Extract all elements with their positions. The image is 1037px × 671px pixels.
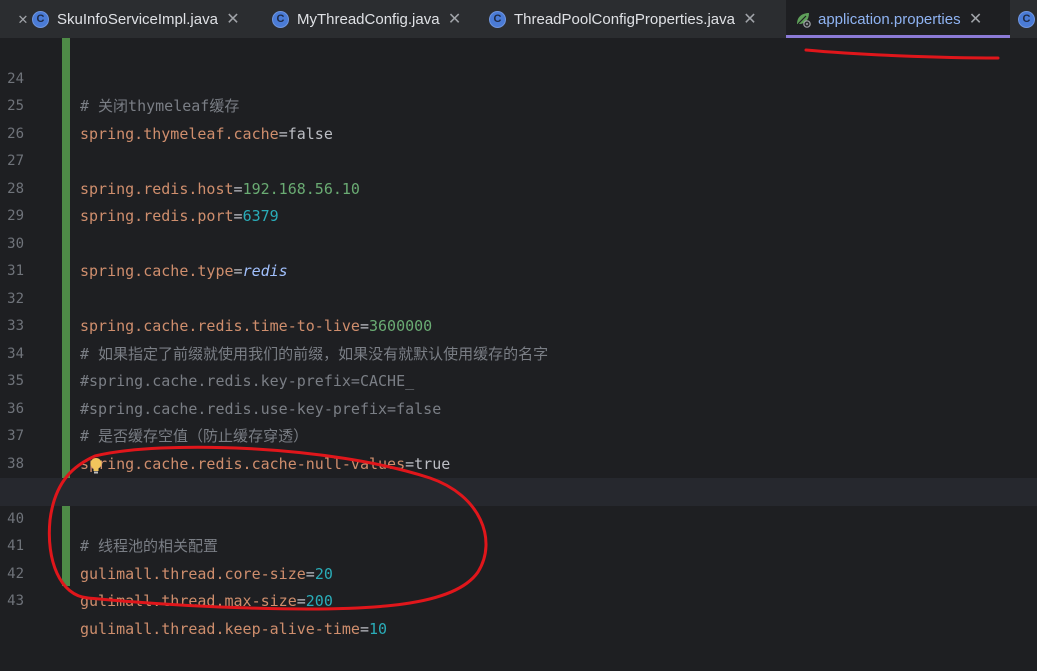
code-line: 26 [0,93,1037,142]
code-line: 30 spring.cache.type=redis [0,203,1037,281]
code-line: 34 #spring.cache.redis.key-prefix=CACHE_ [0,313,1037,391]
close-icon[interactable]: ✕ [969,9,983,29]
code-line-current: 40 # 线程池的相关配置 [0,478,1037,555]
java-class-icon: C [489,10,506,28]
code-line: 29 [0,176,1037,224]
code-line: 35 #spring.cache.redis.use-key-prefix=fa… [0,341,1037,418]
code-line: 37 spring.cache.redis.cache-null-values=… [0,396,1037,473]
property-key: gulimall.thread.max-size [80,592,297,610]
tab-overflow[interactable]: C [1018,0,1037,38]
equals-sign: = [359,619,369,638]
tab-application-properties[interactable]: application.properties ✕ [786,0,1010,38]
code-line: 31 [0,231,1037,279]
code-editor[interactable]: 24 # 关闭thymeleaf缓存 25 spring.thymeleaf.c… [0,38,1037,638]
close-icon[interactable]: ✕ [226,9,240,29]
close-icon[interactable]: ✕ [448,9,462,29]
property-value: 10 [369,619,388,638]
java-class-icon: C [272,10,289,28]
tab-label: ThreadPoolConfigProperties.java [514,10,735,28]
java-class-icon: C [32,10,49,28]
close-icon[interactable]: ✕ [16,9,30,28]
close-icon[interactable]: ✕ [743,9,757,29]
tab-label: SkuInfoServiceImpl.java [57,10,218,28]
spring-leaf-icon [797,13,811,28]
tab-label: MyThreadConfig.java [297,10,440,28]
java-class-icon: C [1018,10,1035,28]
code-line: 41 gulimall.thread.core-size=20 [0,506,1037,583]
property-value: 200 [305,592,333,610]
tab-label: application.properties [818,10,961,28]
lightbulb-icon[interactable] [89,457,103,475]
property-key: gulimall.thread.keep-alive-time [80,619,360,638]
code-line: 25 spring.thymeleaf.cache=false [0,66,1037,143]
code-line: 32 spring.cache.redis.time-to-live=36000… [0,258,1037,336]
code-line: 43 gulimall.thread.keep-alive-time=10 [0,561,1037,638]
code-line: 38 [0,423,1037,472]
tab-my-thread-config[interactable]: C MyThreadConfig.java ✕ [272,0,462,38]
tab-thread-pool-config-properties[interactable]: C ThreadPoolConfigProperties.java ✕ [489,0,757,38]
editor-tab-bar: ✕ C SkuInfoServiceImpl.java ✕ C MyThread… [0,0,1037,39]
code-line: 39 [0,451,1037,499]
code-line: 24 # 关闭thymeleaf缓存 [0,38,1037,116]
code-line: 42 gulimall.thread.max-size=200 [0,533,1037,611]
equals-sign: = [296,592,306,610]
line-number: 43 [7,593,24,609]
code-line: 33 # 如果指定了前缀就使用我们的前缀，如果没有就默认使用缓存的名字 [0,286,1037,363]
code-line: 28 spring.redis.port=6379 [0,148,1037,226]
tab-sku-info-service-impl[interactable]: C SkuInfoServiceImpl.java ✕ [32,0,240,38]
code-line: 27 spring.redis.host=192.168.56.10 [0,121,1037,198]
code-line: 36 # 是否缓存空值（防止缓存穿透） [0,368,1037,446]
